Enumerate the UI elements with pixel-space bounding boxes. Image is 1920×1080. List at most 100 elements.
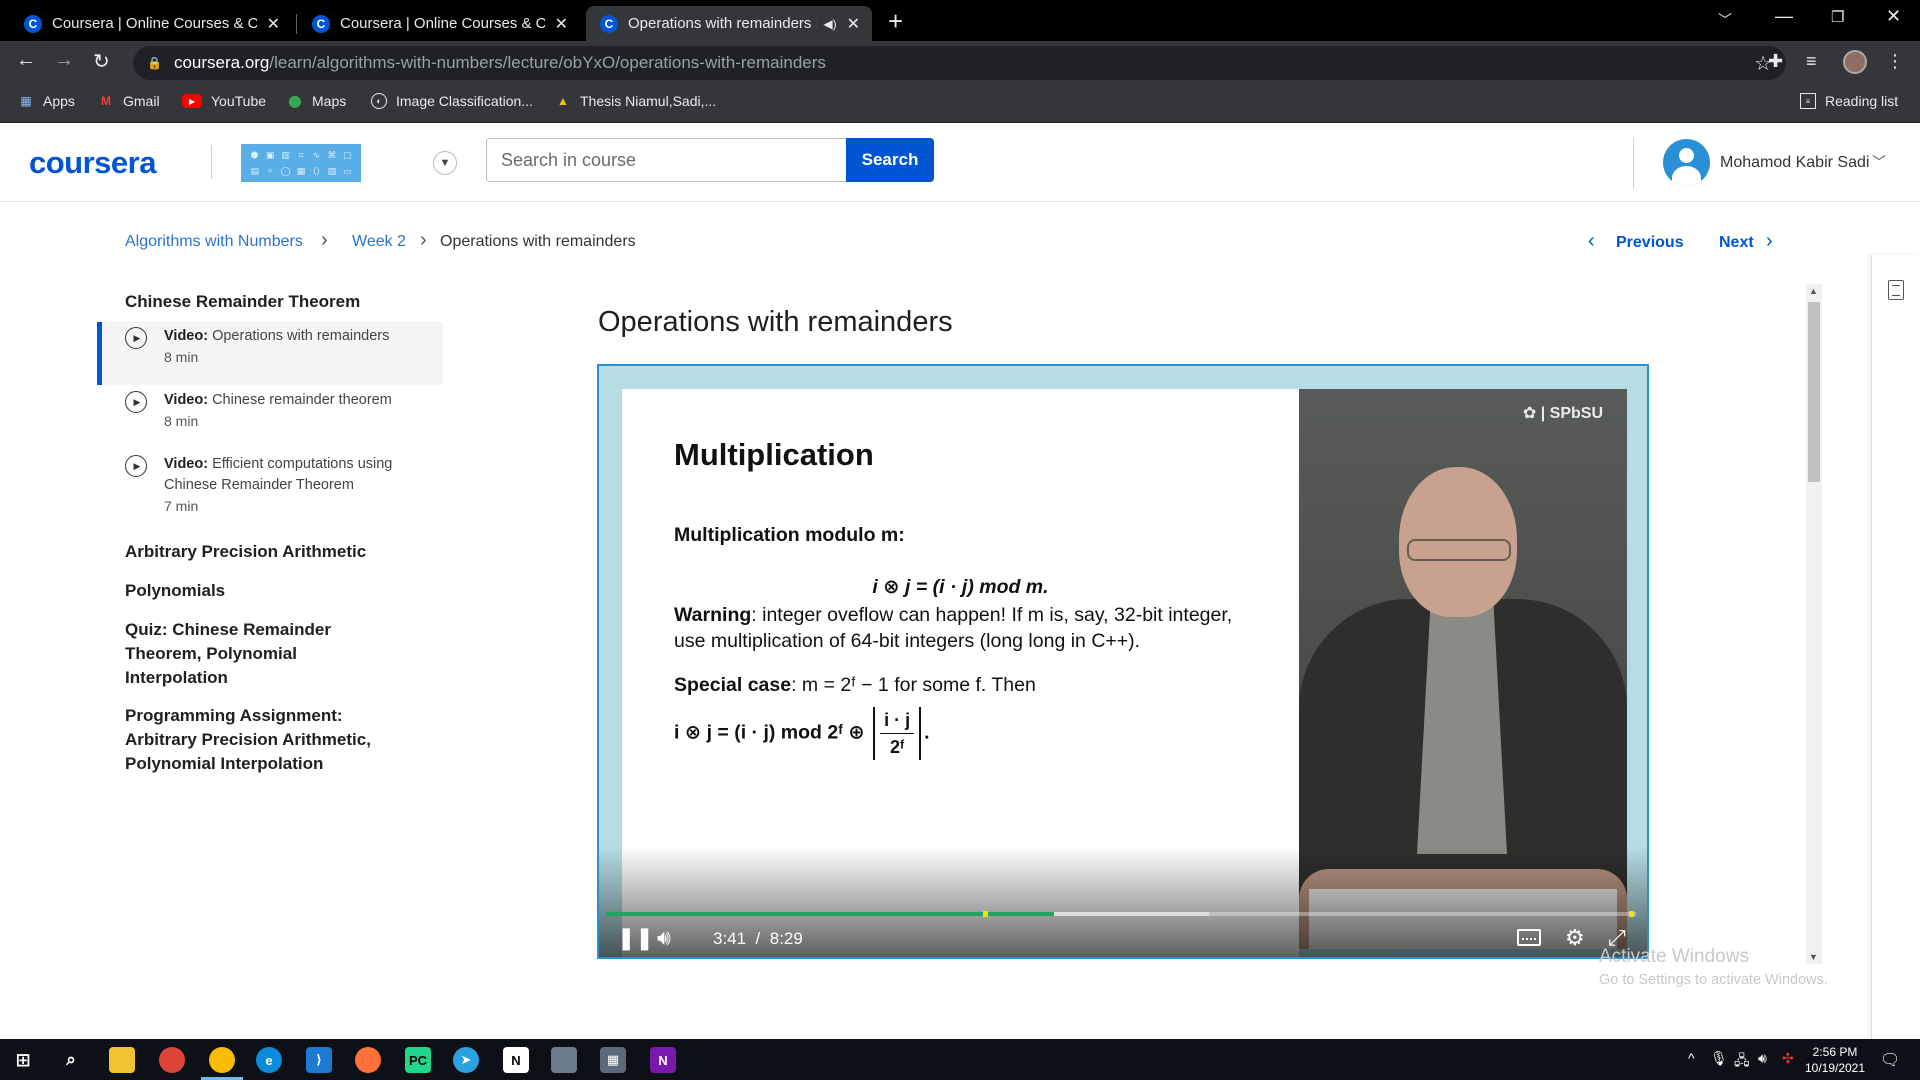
bookmarks-bar: ▦ Apps M Gmail ▶ YouTube ⬤ Maps ◐ Image … xyxy=(0,84,1920,123)
network-icon[interactable]: 🖧 xyxy=(1734,1050,1750,1074)
chrome-menu-icon[interactable]: ⋮ xyxy=(1886,51,1904,72)
sidebar-section-arbitrary-precision[interactable]: Arbitrary Precision Arithmetic xyxy=(125,540,366,564)
close-window-icon[interactable]: ✕ xyxy=(1886,6,1901,27)
scrollbar-thumb[interactable] xyxy=(1808,302,1820,482)
reload-icon[interactable]: ↻ xyxy=(93,49,110,74)
restore-icon[interactable]: ❐ xyxy=(1831,8,1844,26)
audio-playing-icon[interactable]: ◀) xyxy=(823,17,836,31)
coursera-logo[interactable]: coursera xyxy=(29,145,156,181)
progress-marker[interactable] xyxy=(983,911,988,917)
windows-start-icon[interactable]: ⊞ xyxy=(10,1047,36,1073)
bookmark-maps[interactable]: ⬤ Maps xyxy=(287,93,346,109)
coursera-favicon-icon: C xyxy=(312,14,330,33)
minimize-icon[interactable]: — xyxy=(1775,6,1793,27)
notion-icon[interactable]: N xyxy=(503,1047,529,1073)
browser-tab-active[interactable]: C Operations with remainders | Coursera … xyxy=(586,6,872,41)
browser-tab[interactable]: C Coursera | Online Courses & Credential… xyxy=(298,6,580,41)
edge-icon[interactable]: e xyxy=(256,1047,282,1073)
calculator-icon[interactable]: ▦ xyxy=(600,1047,626,1073)
scroll-up-arrow-icon[interactable]: ▲ xyxy=(1809,286,1818,296)
search-icon[interactable]: ⌕ xyxy=(58,1047,84,1073)
search-button[interactable]: Search xyxy=(846,138,934,182)
telegram-icon[interactable]: ➤ xyxy=(453,1047,479,1073)
avatar-head xyxy=(1679,148,1694,163)
scroll-down-arrow-icon[interactable]: ▼ xyxy=(1809,952,1818,962)
spbsu-watermark: ✿ | SPbSU xyxy=(1522,405,1603,422)
lecturer-glasses xyxy=(1407,539,1511,561)
play-circle-icon: ▶ xyxy=(125,391,147,413)
new-tab-icon[interactable]: + xyxy=(888,8,903,34)
bookmark-image-classification[interactable]: ◐ Image Classification... xyxy=(371,93,533,109)
notes-icon[interactable] xyxy=(1888,280,1904,300)
address-bar[interactable]: 🔒 coursera.org/learn/algorithms-with-num… xyxy=(133,46,1786,80)
search-input[interactable] xyxy=(486,138,847,182)
tray-chevron-icon[interactable]: ^ xyxy=(1688,1050,1695,1066)
notifications-icon[interactable]: 🗨︎ xyxy=(1880,1050,1900,1070)
user-avatar[interactable] xyxy=(1663,139,1710,186)
pause-icon[interactable]: ❚❚ xyxy=(617,925,654,951)
extensions-icon[interactable]: ✚ xyxy=(1768,51,1783,72)
tab-search-chevron-icon[interactable]: ﹀ xyxy=(1718,10,1732,30)
reading-list[interactable]: ≡ Reading list xyxy=(1800,93,1898,109)
previous-chevron-icon[interactable]: ‹ xyxy=(1588,230,1595,253)
sidebar-section-polynomials[interactable]: Polynomials xyxy=(125,579,225,603)
previous-button[interactable]: Previous xyxy=(1616,234,1684,252)
sidebar-section-title[interactable]: Chinese Remainder Theorem xyxy=(125,290,360,314)
progress-marker[interactable] xyxy=(1629,911,1634,917)
content-scrollbar[interactable]: ▲ ▼ xyxy=(1806,284,1822,964)
settings-gear-icon[interactable]: ⚙ xyxy=(1565,925,1585,951)
media-control-icon[interactable]: ≡ xyxy=(1806,51,1817,72)
video-time: 3:41 / 8:29 xyxy=(713,929,803,948)
pycharm-icon[interactable]: PC xyxy=(405,1047,431,1073)
next-chevron-icon[interactable]: › xyxy=(1766,230,1773,253)
video-progress-bar[interactable] xyxy=(606,911,1636,917)
sidebar-item-video[interactable]: ▶ Video: Efficient computations using Ch… xyxy=(97,450,443,530)
microphone-icon[interactable]: 🎙︎ xyxy=(1710,1050,1728,1067)
breadcrumb-course[interactable]: Algorithms with Numbers xyxy=(125,233,303,251)
lock-icon[interactable]: 🔒 xyxy=(147,56,162,70)
bookmark-apps[interactable]: ▦ Apps xyxy=(18,93,75,109)
forward-icon[interactable]: → xyxy=(54,49,74,72)
partner-logo[interactable]: ⬢ ▣ ▥ ⌗ ∿ ⌘ ▢ ▤ ÷ ◯ ▦ ⟨⟩ ▧ ▭ xyxy=(241,144,361,182)
firefox-icon[interactable] xyxy=(355,1047,381,1073)
reading-list-icon: ≡ xyxy=(1800,93,1816,109)
close-tab-icon[interactable]: ✕ xyxy=(555,14,568,34)
play-circle-icon: ▶ xyxy=(125,327,147,349)
user-menu-chevron-icon[interactable]: ﹀ xyxy=(1872,152,1886,172)
sidebar-section-quiz[interactable]: Quiz: Chinese Remainder Theorem, Polynom… xyxy=(125,618,375,690)
volume-icon[interactable]: 🔊︎ xyxy=(657,925,671,951)
taskbar-clock[interactable]: 2:56 PM 10/19/2021 xyxy=(1800,1044,1870,1076)
maps-pin-icon: ⬤ xyxy=(288,94,302,108)
breadcrumb-week[interactable]: Week 2 xyxy=(352,233,406,251)
close-tab-icon[interactable]: ✕ xyxy=(847,14,860,34)
app-icon[interactable] xyxy=(551,1047,577,1073)
speaker-icon[interactable]: 🔊︎ xyxy=(1758,1050,1767,1067)
video-player[interactable]: Multiplication Multiplication modulo m: … xyxy=(597,364,1649,959)
bookmark-gmail[interactable]: M Gmail xyxy=(98,93,160,109)
item-title: Operations with remainders xyxy=(212,328,390,344)
next-button[interactable]: Next xyxy=(1719,234,1754,252)
file-explorer-icon[interactable] xyxy=(109,1047,135,1073)
language-icon[interactable]: ✣ xyxy=(1782,1050,1794,1067)
user-name[interactable]: Mohamod Kabir Sadi xyxy=(1720,154,1869,172)
browser-tab[interactable]: C Coursera | Online Courses & Credential… xyxy=(10,6,292,41)
sidebar-section-programming-assignment[interactable]: Programming Assignment: Arbitrary Precis… xyxy=(125,704,395,776)
windows-taskbar: ⊞ ⌕ e ⟩ PC ➤ N ▦ N ^ 🎙︎ 🖧 🔊︎ ✣ 2:56 PM 1… xyxy=(0,1039,1920,1080)
chrome-profile-icon[interactable] xyxy=(209,1047,235,1073)
play-circle-icon: ▶ xyxy=(125,455,147,477)
apps-grid-icon: ▦ xyxy=(20,94,32,108)
profile-avatar[interactable] xyxy=(1843,50,1867,74)
bookmark-youtube[interactable]: ▶ YouTube xyxy=(182,93,266,109)
sidebar-item-video[interactable]: ▶ Video: Operations with remainders 8 mi… xyxy=(97,322,443,385)
activate-windows-title: Activate Windows xyxy=(1599,946,1749,967)
close-tab-icon[interactable]: ✕ xyxy=(267,14,280,34)
chrome-icon[interactable] xyxy=(159,1047,185,1073)
vscode-icon[interactable]: ⟩ xyxy=(306,1047,332,1073)
captions-icon[interactable] xyxy=(1517,929,1541,946)
site-header: coursera ⬢▣▥⌗∿⌘▢ ▤÷◯▦⟨⟩▧▭ ▼ Search Moham… xyxy=(0,123,1920,202)
bookmark-thesis[interactable]: ▲ Thesis Niamul,Sadi,... xyxy=(555,93,716,109)
course-menu-chevron-icon[interactable]: ▼ xyxy=(433,151,457,175)
onenote-icon[interactable]: N xyxy=(650,1047,676,1073)
sidebar-item-video[interactable]: ▶ Video: Chinese remainder theorem 8 min xyxy=(97,386,443,448)
back-icon[interactable]: ← xyxy=(16,49,36,72)
